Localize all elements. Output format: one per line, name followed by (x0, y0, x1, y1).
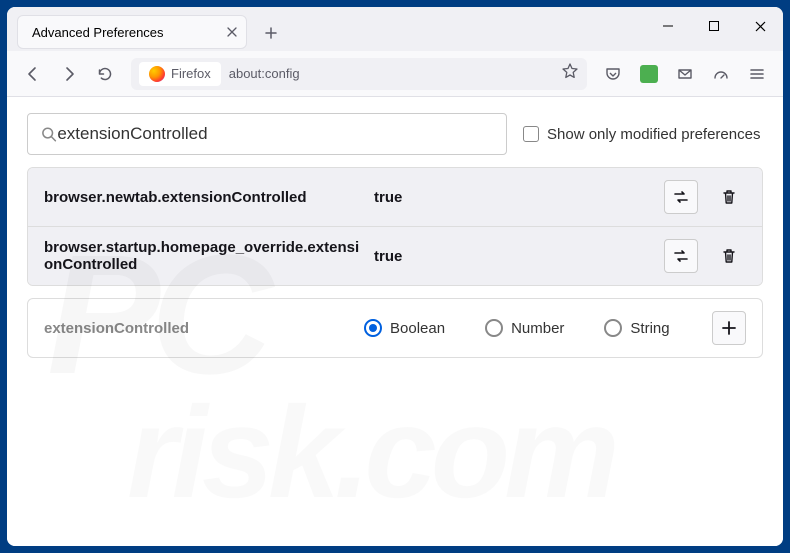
new-preference-row: extensionControlled Boolean Number Strin… (27, 298, 763, 358)
preference-name: browser.startup.homepage_override.extens… (44, 239, 364, 273)
minimize-button[interactable] (645, 7, 691, 45)
url-text: about:config (229, 66, 300, 81)
trash-icon (720, 188, 738, 206)
close-tab-icon[interactable] (224, 24, 240, 40)
dashboard-button[interactable] (705, 58, 737, 90)
radio-icon (604, 319, 622, 337)
preference-row[interactable]: browser.startup.homepage_override.extens… (28, 226, 762, 285)
navigation-toolbar: Firefox about:config (7, 51, 783, 97)
extension-icon (640, 65, 658, 83)
preference-actions (664, 180, 746, 214)
watermark: risk.com (127, 377, 614, 527)
bookmark-star-icon[interactable] (561, 62, 579, 85)
type-radio-group: Boolean Number String (364, 319, 712, 337)
identity-label: Firefox (171, 66, 211, 81)
toggle-button[interactable] (664, 180, 698, 214)
preference-actions (664, 239, 746, 273)
type-radio-string[interactable]: String (604, 319, 669, 337)
toggle-icon (672, 247, 690, 265)
search-icon (40, 125, 57, 143)
plus-icon (721, 320, 737, 336)
search-row: Show only modified preferences (27, 113, 763, 155)
back-button[interactable] (17, 58, 49, 90)
delete-button[interactable] (712, 239, 746, 273)
preference-row[interactable]: browser.newtab.extensionControlled true (28, 168, 762, 226)
add-preference-button[interactable] (712, 311, 746, 345)
radio-icon (364, 319, 382, 337)
titlebar: Advanced Preferences (7, 7, 783, 51)
trash-icon (720, 247, 738, 265)
url-bar[interactable]: Firefox about:config (131, 58, 587, 90)
inbox-button[interactable] (669, 58, 701, 90)
type-radio-number[interactable]: Number (485, 319, 564, 337)
new-preference-name: extensionControlled (44, 320, 364, 337)
pocket-button[interactable] (597, 58, 629, 90)
about-config-content: PC risk.com Show only modified preferenc… (7, 97, 783, 546)
maximize-button[interactable] (691, 7, 737, 45)
search-box[interactable] (27, 113, 507, 155)
close-window-button[interactable] (737, 7, 783, 45)
preference-value: true (364, 189, 664, 206)
show-modified-toggle[interactable]: Show only modified preferences (523, 126, 760, 143)
delete-button[interactable] (712, 180, 746, 214)
window-controls (645, 7, 783, 45)
toggle-icon (672, 188, 690, 206)
type-radio-boolean[interactable]: Boolean (364, 319, 445, 337)
toggle-button[interactable] (664, 239, 698, 273)
identity-box[interactable]: Firefox (139, 62, 221, 86)
tab-title: Advanced Preferences (32, 25, 164, 40)
app-menu-button[interactable] (741, 58, 773, 90)
preference-value: true (364, 248, 664, 265)
checkbox-icon[interactable] (523, 126, 539, 142)
preference-list: browser.newtab.extensionControlled true … (27, 167, 763, 286)
firefox-logo-icon (149, 66, 165, 82)
search-input[interactable] (57, 124, 494, 144)
preference-name: browser.newtab.extensionControlled (44, 189, 364, 206)
browser-tab[interactable]: Advanced Preferences (17, 15, 247, 49)
show-modified-label: Show only modified preferences (547, 126, 760, 143)
new-tab-button[interactable] (255, 17, 287, 49)
radio-icon (485, 319, 503, 337)
reload-button[interactable] (89, 58, 121, 90)
extensions-button[interactable] (633, 58, 665, 90)
forward-button[interactable] (53, 58, 85, 90)
window-frame: Advanced Preferences Firefox about:confi… (7, 7, 783, 546)
